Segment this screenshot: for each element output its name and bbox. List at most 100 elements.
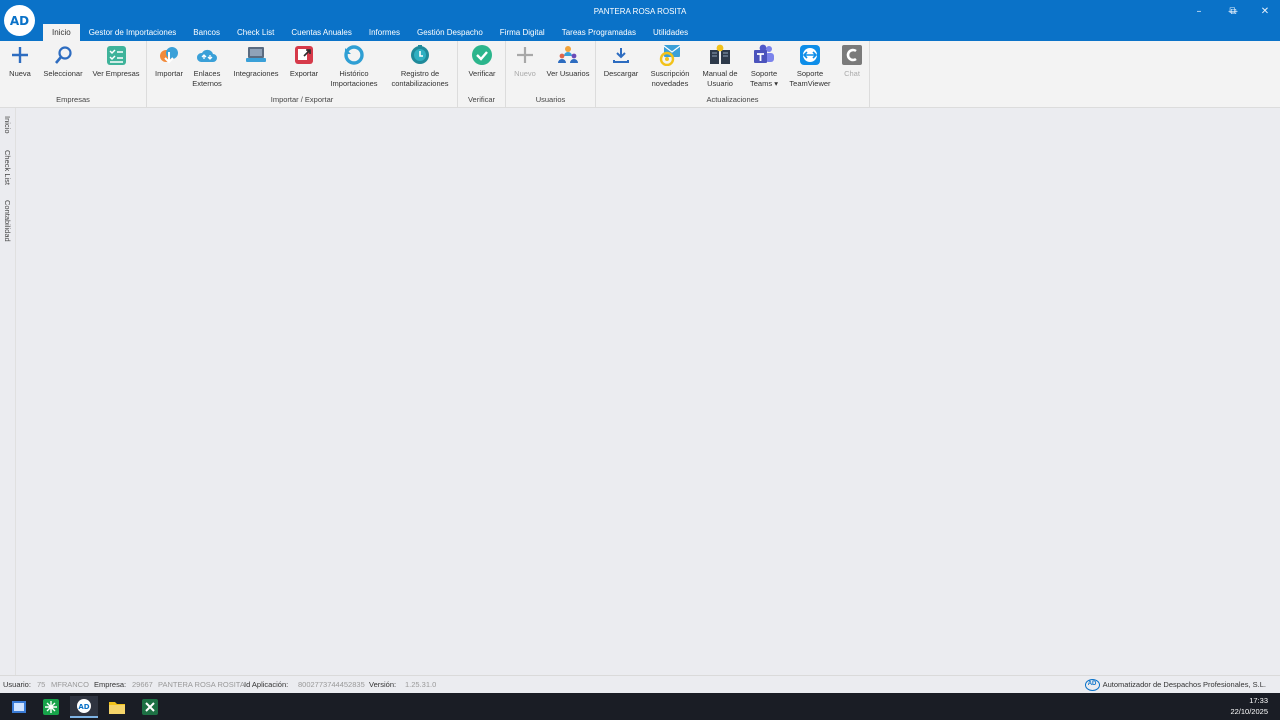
suscripcion-novedades-button[interactable]: Suscripción novedades — [646, 44, 694, 89]
descargar-button[interactable]: Descargar — [600, 44, 642, 79]
title-bar: AD PANTERA ROSA ROSITA — – ⧉ ✕ Inicio Ge… — [0, 0, 1280, 41]
system-clock[interactable]: 17:33 22/10/2025 — [1230, 695, 1268, 717]
ver-empresas-button[interactable]: Ver Empresas — [91, 44, 141, 79]
exportar-label: Exportar — [289, 69, 319, 78]
registry-clock-icon — [409, 44, 431, 66]
manual-label-2: Usuario — [707, 79, 733, 88]
search-icon — [52, 44, 74, 66]
ribbon: Nueva Seleccionar Ver Empresas Empresas … — [0, 41, 1280, 108]
importar-label: Importar — [155, 69, 183, 78]
status-empresa-name: PANTERA ROSA ROSITA — [158, 680, 245, 689]
status-bar: Usuario: 75 MFRANCO Empresa: 29667 PANTE… — [0, 675, 1280, 693]
tab-utilidades[interactable]: Utilidades — [653, 24, 688, 41]
company-name: Automatizador de Despachos Profesionales… — [1102, 680, 1266, 689]
tab-gestor-importaciones[interactable]: Gestor de Importaciones — [89, 24, 177, 41]
seleccionar-button[interactable]: Seleccionar — [39, 44, 87, 79]
tab-firma-digital[interactable]: Firma Digital — [500, 24, 545, 41]
users-group-icon — [557, 44, 579, 66]
soporte-tv-label-2: TeamViewer — [789, 79, 831, 88]
tab-inicio[interactable]: Inicio — [43, 24, 80, 41]
ad-app-icon[interactable]: AD — [70, 696, 98, 718]
status-version-label: Versión: — [369, 680, 397, 689]
download-icon — [610, 44, 632, 66]
historico-label-2: Importaciones — [330, 79, 378, 88]
main-workspace — [16, 108, 1280, 675]
soporte-teamviewer-button[interactable]: Soporte TeamViewer — [786, 44, 834, 89]
close-icon[interactable]: ✕ — [1250, 4, 1280, 20]
nueva-empresa-button[interactable]: Nueva — [4, 44, 36, 79]
integraciones-label: Integraciones — [233, 69, 279, 78]
suscripcion-label-1: Suscripción — [650, 69, 690, 78]
side-panel-tabs: Inicio Check List Contabilidad — [0, 108, 16, 675]
cloud-link-icon — [196, 44, 218, 66]
minimize-control[interactable]: – — [1182, 4, 1216, 20]
checklist-icon — [105, 44, 127, 66]
manual-label-1: Manual de — [702, 69, 738, 78]
importar-button[interactable]: Importar — [151, 44, 187, 79]
status-usuario-label: Usuario: — [3, 680, 31, 689]
ver-usuarios-button[interactable]: Ver Usuarios — [545, 44, 591, 79]
nueva-label: Nueva — [9, 69, 31, 78]
email-subscription-icon — [659, 44, 681, 66]
group-empresas-label: Empresas — [56, 95, 90, 104]
excel-icon[interactable] — [136, 696, 164, 718]
enlaces-label-2: Externos — [192, 79, 222, 88]
status-usuario-name: MFRANCO — [51, 680, 89, 689]
status-idapp-value: 8002773744452835 — [298, 680, 365, 689]
company-brand: AD Automatizador de Despachos Profesiona… — [1084, 676, 1266, 694]
tab-informes[interactable]: Informes — [369, 24, 400, 41]
seleccionar-label: Seleccionar — [43, 69, 83, 78]
historico-label-1: Histórico — [339, 69, 369, 78]
historico-importaciones-button[interactable]: Histórico Importaciones — [326, 44, 382, 89]
tab-gestion-despacho[interactable]: Gestión Despacho — [417, 24, 483, 41]
restore-control[interactable]: ⧉ — [1216, 4, 1250, 20]
status-empresa-label: Empresa: — [94, 680, 127, 689]
chat-label: Chat — [844, 69, 860, 78]
teamviewer-icon — [799, 44, 821, 66]
manual-usuario-button[interactable]: Manual de Usuario — [698, 44, 742, 89]
plus-icon — [9, 44, 31, 66]
tab-check-list[interactable]: Check List — [237, 24, 274, 41]
status-idapp-label: Id Aplicación: — [244, 680, 289, 689]
ver-empresas-label: Ver Empresas — [92, 69, 140, 78]
group-verificar-label: Verificar — [467, 95, 496, 104]
enlaces-externos-button[interactable]: Enlaces Externos — [189, 44, 225, 89]
group-empresas: Nueva Seleccionar Ver Empresas Empresas — [0, 41, 147, 107]
chat-button[interactable]: Chat — [838, 44, 866, 79]
soporte-teams-label-2: Teams ▾ — [750, 79, 778, 88]
manual-book-icon — [709, 44, 731, 66]
check-circle-icon — [471, 44, 493, 66]
company-logo-icon: AD — [1084, 679, 1100, 691]
side-tab-contabilidad[interactable]: Contabilidad — [3, 200, 12, 242]
group-importar-exportar: Importar Enlaces Externos Integraciones … — [147, 41, 458, 107]
integrations-icon — [245, 44, 267, 66]
side-tab-check-list[interactable]: Check List — [3, 150, 12, 185]
ver-usuarios-label: Ver Usuarios — [546, 69, 590, 78]
ribbon-tabs: Inicio Gestor de Importaciones Bancos Ch… — [43, 24, 705, 41]
status-usuario-id: 75 — [37, 680, 46, 689]
tab-cuentas-anuales[interactable]: Cuentas Anuales — [291, 24, 352, 41]
integraciones-button[interactable]: Integraciones — [230, 44, 282, 79]
side-tab-inicio[interactable]: Inicio — [3, 116, 12, 134]
nuevo-label: Nuevo — [514, 69, 536, 78]
plus-icon — [514, 44, 536, 66]
chat-icon — [841, 44, 863, 66]
verificar-button[interactable]: Verificar — [464, 44, 500, 79]
window-title: PANTERA ROSA ROSITA — [593, 7, 687, 16]
exportar-button[interactable]: Exportar — [286, 44, 322, 79]
tab-bancos[interactable]: Bancos — [193, 24, 220, 41]
windows-icon[interactable] — [5, 696, 33, 718]
clock-date: 22/10/2025 — [1230, 707, 1268, 716]
svg-text:AD: AD — [78, 703, 89, 711]
soporte-teams-button[interactable]: Soporte Teams ▾ — [744, 44, 784, 89]
import-icon — [158, 44, 180, 66]
file-explorer-icon[interactable] — [103, 696, 131, 718]
os-taskbar: AD 17:33 22/10/2025 — [0, 693, 1280, 720]
group-actualizaciones-label: Actualizaciones — [706, 95, 759, 104]
registro-contabilizaciones-button[interactable]: Registro de contabilizaciones — [385, 44, 455, 89]
green-app-icon[interactable] — [37, 696, 65, 718]
soporte-tv-label-1: Soporte — [796, 69, 824, 78]
tab-tareas-programadas[interactable]: Tareas Programadas — [562, 24, 636, 41]
suscripcion-label-2: novedades — [651, 79, 689, 88]
nuevo-usuario-button[interactable]: Nuevo — [510, 44, 540, 79]
